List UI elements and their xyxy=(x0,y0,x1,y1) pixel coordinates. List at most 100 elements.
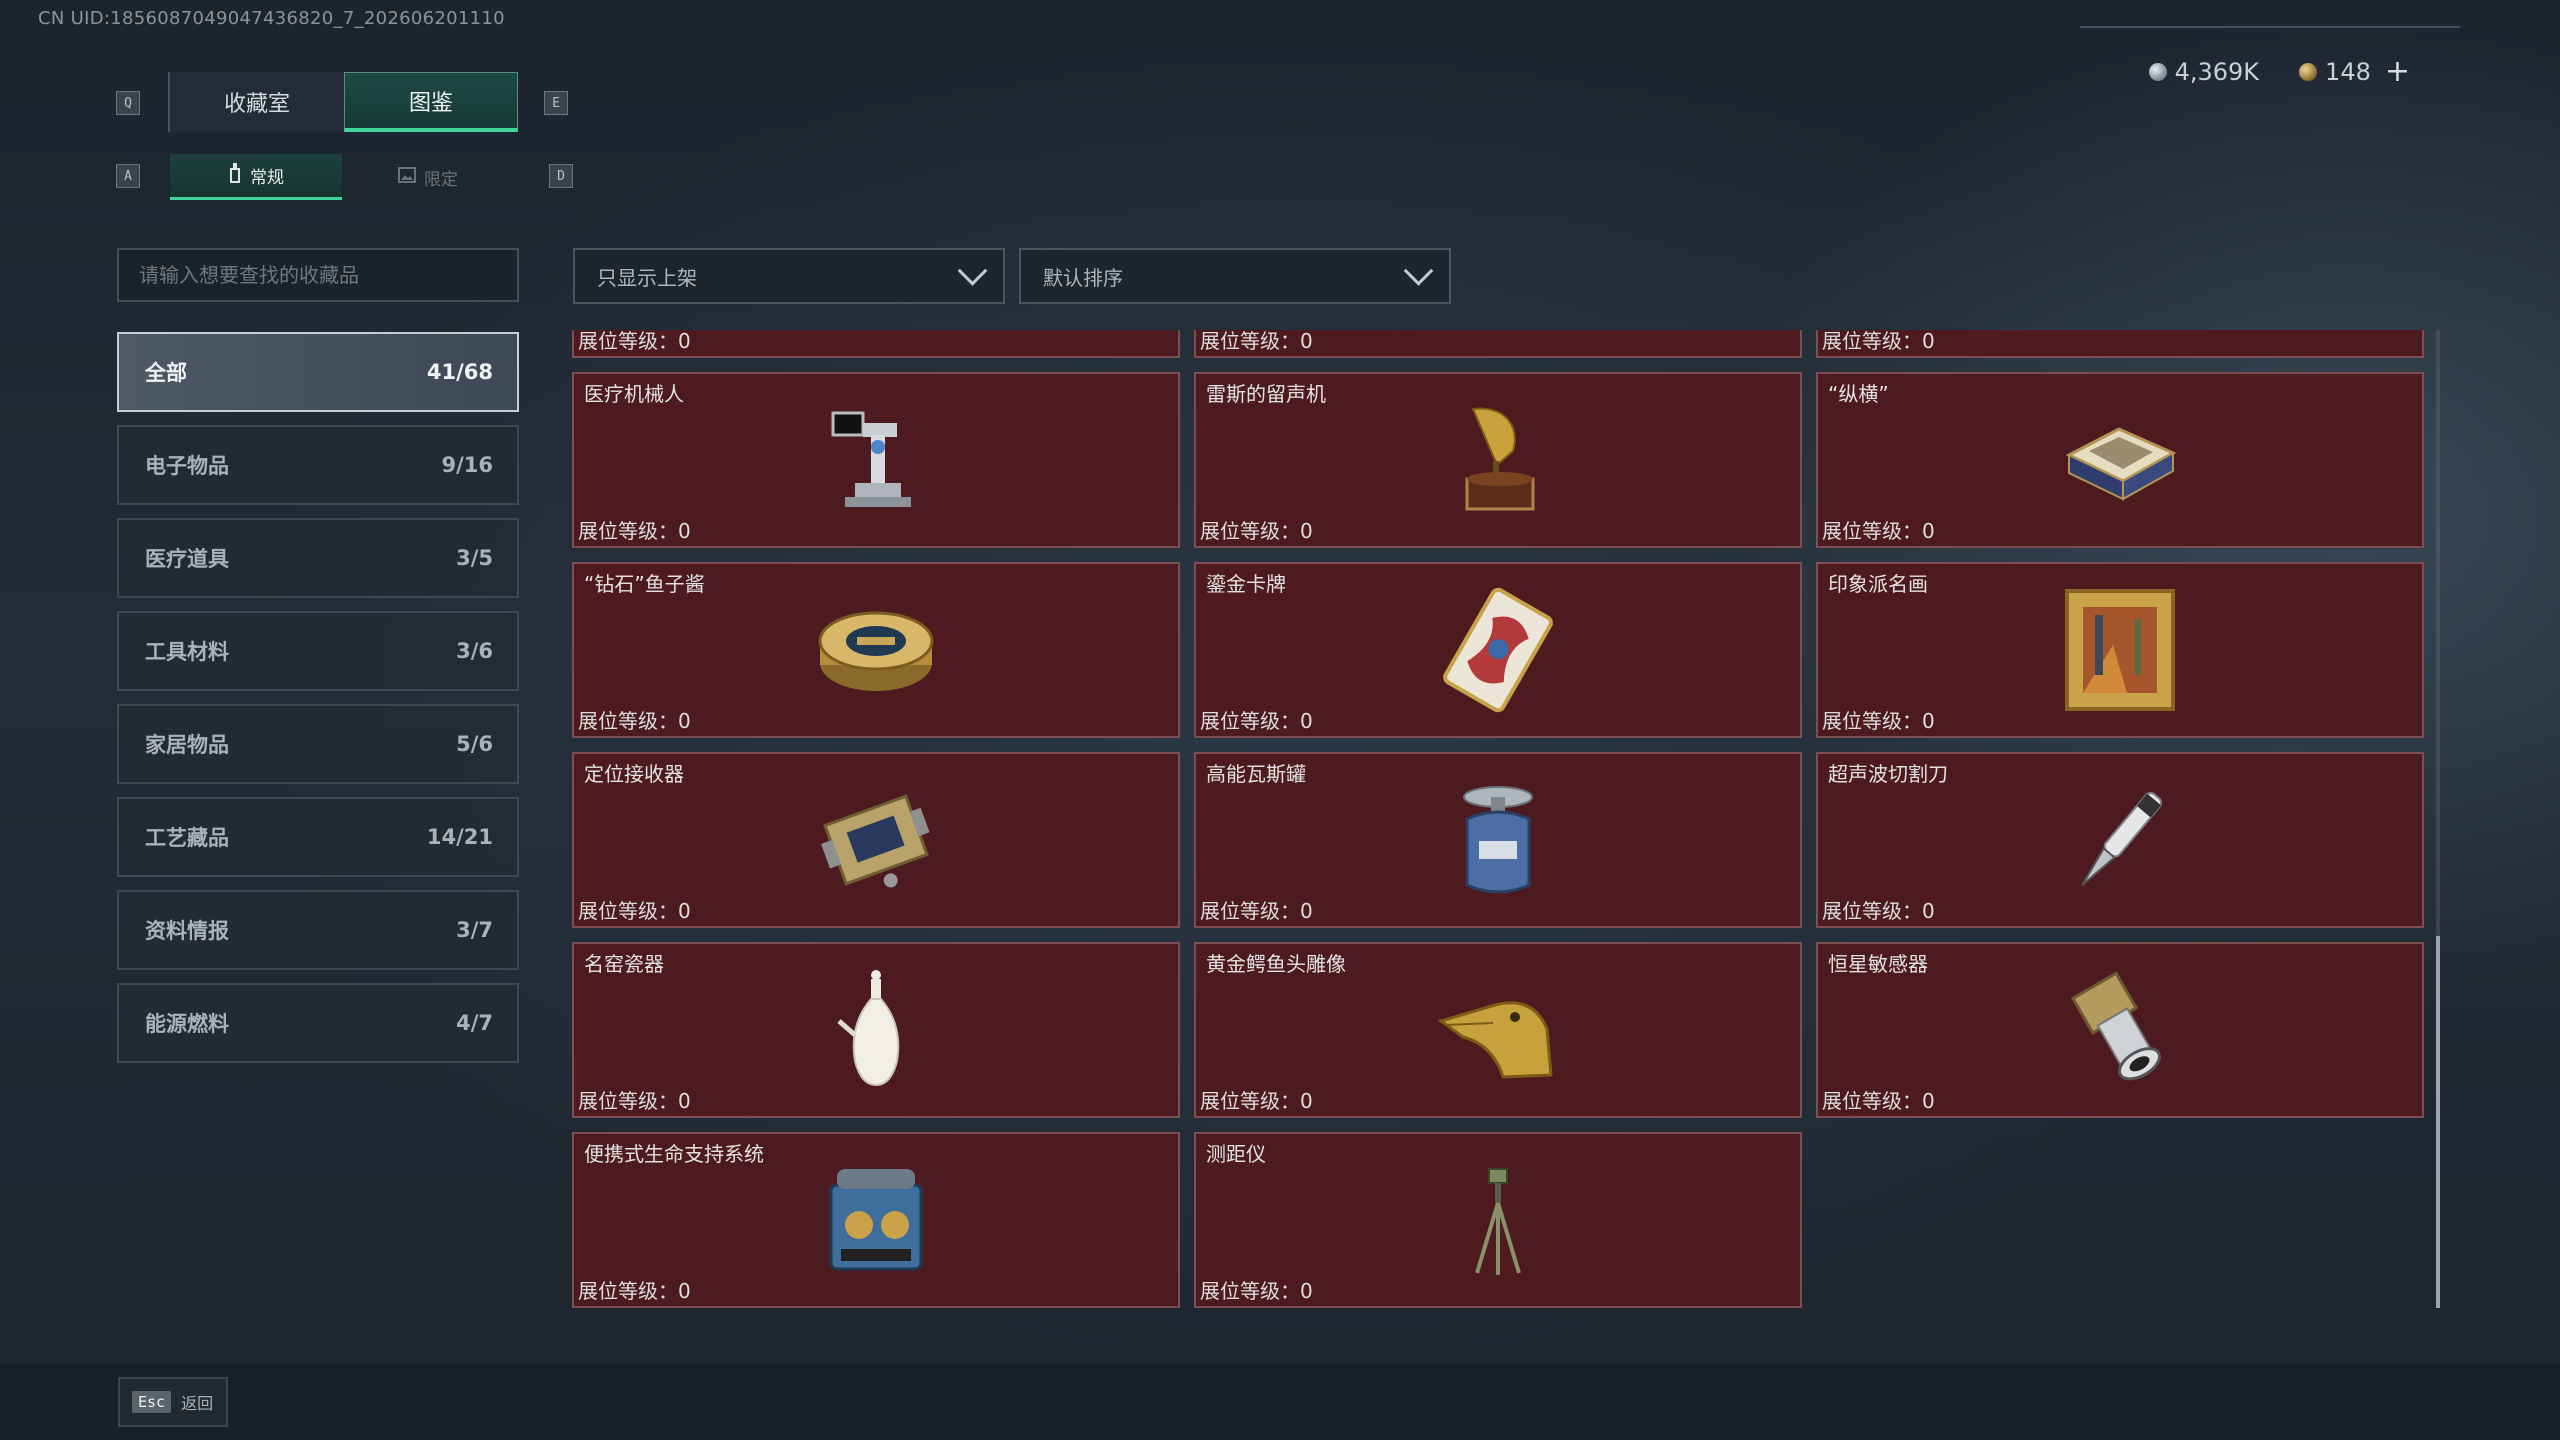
item-card-painting[interactable]: 印象派名画 展位等级：0 xyxy=(1816,562,2424,738)
category-tools[interactable]: 工具材料 3/6 xyxy=(117,611,519,691)
item-card-chess-box[interactable]: “纵横” 展位等级：0 xyxy=(1816,372,2424,548)
filter-value: 只显示上架 xyxy=(597,265,697,290)
item-name: 印象派名画 xyxy=(1828,572,1928,596)
item-level: 展位等级：0 xyxy=(1200,709,1313,733)
item-card[interactable]: 展位等级：0 xyxy=(1194,330,1802,358)
item-card-life-support[interactable]: 便携式生命支持系统 展位等级：0 xyxy=(572,1132,1180,1308)
item-name: 便携式生命支持系统 xyxy=(584,1142,764,1166)
item-level: 展位等级：0 xyxy=(1822,519,1935,543)
category-label: 医疗道具 xyxy=(145,547,229,571)
item-card-gilded-card[interactable]: 鎏金卡牌 展位等级：0 xyxy=(1194,562,1802,738)
tab-collection-room[interactable]: 收藏室 xyxy=(168,72,344,132)
item-name: 鎏金卡牌 xyxy=(1206,572,1286,596)
item-level: 展位等级：0 xyxy=(1822,709,1935,733)
tab-codex[interactable]: 图鉴 xyxy=(344,72,518,132)
category-count: 3/6 xyxy=(456,639,493,663)
ultrasonic-knife-icon xyxy=(2055,775,2185,905)
gold-amount: 148 xyxy=(2325,57,2371,86)
rangefinder-icon xyxy=(1433,1155,1563,1285)
item-name: 超声波切割刀 xyxy=(1828,762,1948,786)
category-label: 工艺藏品 xyxy=(145,826,229,850)
item-card-crocodile-statue[interactable]: 黄金鳄鱼头雕像 展位等级：0 xyxy=(1194,942,1802,1118)
item-card-gas-canister[interactable]: 高能瓦斯罐 展位等级：0 xyxy=(1194,752,1802,928)
category-count: 41/68 xyxy=(426,360,493,384)
main-tabs: 收藏室 图鉴 xyxy=(168,72,518,132)
receiver-icon xyxy=(811,775,941,905)
add-currency-button[interactable]: + xyxy=(2385,54,2410,89)
user-uid: CN UID:1856087049047436820_7_20260620111… xyxy=(38,8,505,29)
gold-currency: 148 + xyxy=(2299,54,2410,89)
top-divider xyxy=(2080,26,2460,28)
key-hint-a[interactable]: A xyxy=(116,164,140,188)
item-level: 展位等级：0 xyxy=(578,1279,691,1303)
framed-painting-icon xyxy=(2055,585,2185,715)
key-hint-q[interactable]: Q xyxy=(116,91,140,115)
item-card[interactable]: 展位等级：0 xyxy=(1816,330,2424,358)
item-card[interactable]: 展位等级：0 xyxy=(572,330,1180,358)
item-level: 展位等级：0 xyxy=(578,330,691,353)
item-level: 展位等级：0 xyxy=(1200,1279,1313,1303)
grid-scroll-thumb[interactable] xyxy=(2436,936,2440,1308)
category-all[interactable]: 全部 41/68 xyxy=(117,332,519,412)
item-card-medical-robot[interactable]: 医疗机械人 展位等级：0 xyxy=(572,372,1180,548)
item-level: 展位等级：0 xyxy=(1200,519,1313,543)
item-card-gramophone[interactable]: 雷斯的留声机 展位等级：0 xyxy=(1194,372,1802,548)
subtab-limited[interactable]: 限定 xyxy=(342,154,514,200)
item-level: 展位等级：0 xyxy=(1200,899,1313,923)
gilded-card-icon xyxy=(1433,585,1563,715)
item-card-caviar[interactable]: “钻石”鱼子酱 展位等级：0 xyxy=(572,562,1180,738)
item-name: 黄金鳄鱼头雕像 xyxy=(1206,952,1346,976)
category-label: 能源燃料 xyxy=(145,1012,229,1036)
medical-robot-icon xyxy=(811,395,941,525)
item-level: 展位等级：0 xyxy=(1822,1089,1935,1113)
star-sensor-icon xyxy=(2055,965,2185,1095)
item-name: 高能瓦斯罐 xyxy=(1206,762,1306,786)
category-medical[interactable]: 医疗道具 3/5 xyxy=(117,518,519,598)
sub-tabs: 常规 限定 xyxy=(170,154,514,200)
item-level: 展位等级：0 xyxy=(578,1089,691,1113)
sort-dropdown[interactable]: 默认排序 xyxy=(1019,248,1451,304)
category-crafts[interactable]: 工艺藏品 14/21 xyxy=(117,797,519,877)
back-label: 返回 xyxy=(181,1394,214,1413)
subtab-regular[interactable]: 常规 xyxy=(170,154,342,200)
item-card-ultrasonic-knife[interactable]: 超声波切割刀 展位等级：0 xyxy=(1816,752,2424,928)
item-level: 展位等级：0 xyxy=(1200,1089,1313,1113)
back-button[interactable]: Esc 返回 xyxy=(118,1377,228,1427)
category-count: 5/6 xyxy=(456,732,493,756)
life-support-icon xyxy=(811,1155,941,1285)
bottom-bar xyxy=(0,1364,2560,1440)
sort-value: 默认排序 xyxy=(1043,265,1123,290)
item-level: 展位等级：0 xyxy=(1822,899,1935,923)
esc-key-hint: Esc xyxy=(132,1391,172,1413)
chevron-down-icon xyxy=(1403,255,1434,286)
category-label: 资料情报 xyxy=(145,919,229,943)
tab-label: 图鉴 xyxy=(408,90,453,116)
currency-bar: 4,369K 148 + xyxy=(2148,54,2410,89)
item-card-star-sensor[interactable]: 恒星敏感器 展位等级：0 xyxy=(1816,942,2424,1118)
item-card-porcelain[interactable]: 名窑瓷器 展位等级：0 xyxy=(572,942,1180,1118)
item-name: “纵横” xyxy=(1828,382,1889,406)
item-name: 雷斯的留声机 xyxy=(1206,382,1326,406)
category-label: 家居物品 xyxy=(145,733,229,757)
chess-box-icon xyxy=(2055,395,2185,525)
key-hint-d[interactable]: D xyxy=(549,164,573,188)
item-name: 名窑瓷器 xyxy=(584,952,664,976)
item-card-receiver[interactable]: 定位接收器 展位等级：0 xyxy=(572,752,1180,928)
porcelain-vase-icon xyxy=(811,965,941,1095)
search-input[interactable] xyxy=(117,248,519,302)
category-home[interactable]: 家居物品 5/6 xyxy=(117,704,519,784)
item-card-rangefinder[interactable]: 测距仪 展位等级：0 xyxy=(1194,1132,1802,1308)
item-level: 展位等级：0 xyxy=(578,709,691,733)
item-name: 恒星敏感器 xyxy=(1828,952,1928,976)
category-electronics[interactable]: 电子物品 9/16 xyxy=(117,425,519,505)
bottle-icon xyxy=(228,163,242,188)
key-hint-e[interactable]: E xyxy=(544,91,568,115)
item-name: 定位接收器 xyxy=(584,762,684,786)
filter-dropdown[interactable]: 只显示上架 xyxy=(573,248,1005,304)
subtab-label: 限定 xyxy=(424,169,458,190)
category-intel[interactable]: 资料情报 3/7 xyxy=(117,890,519,970)
tab-label: 收藏室 xyxy=(223,92,290,117)
image-icon xyxy=(398,166,416,188)
category-energy[interactable]: 能源燃料 4/7 xyxy=(117,983,519,1063)
category-count: 4/7 xyxy=(456,1011,493,1035)
